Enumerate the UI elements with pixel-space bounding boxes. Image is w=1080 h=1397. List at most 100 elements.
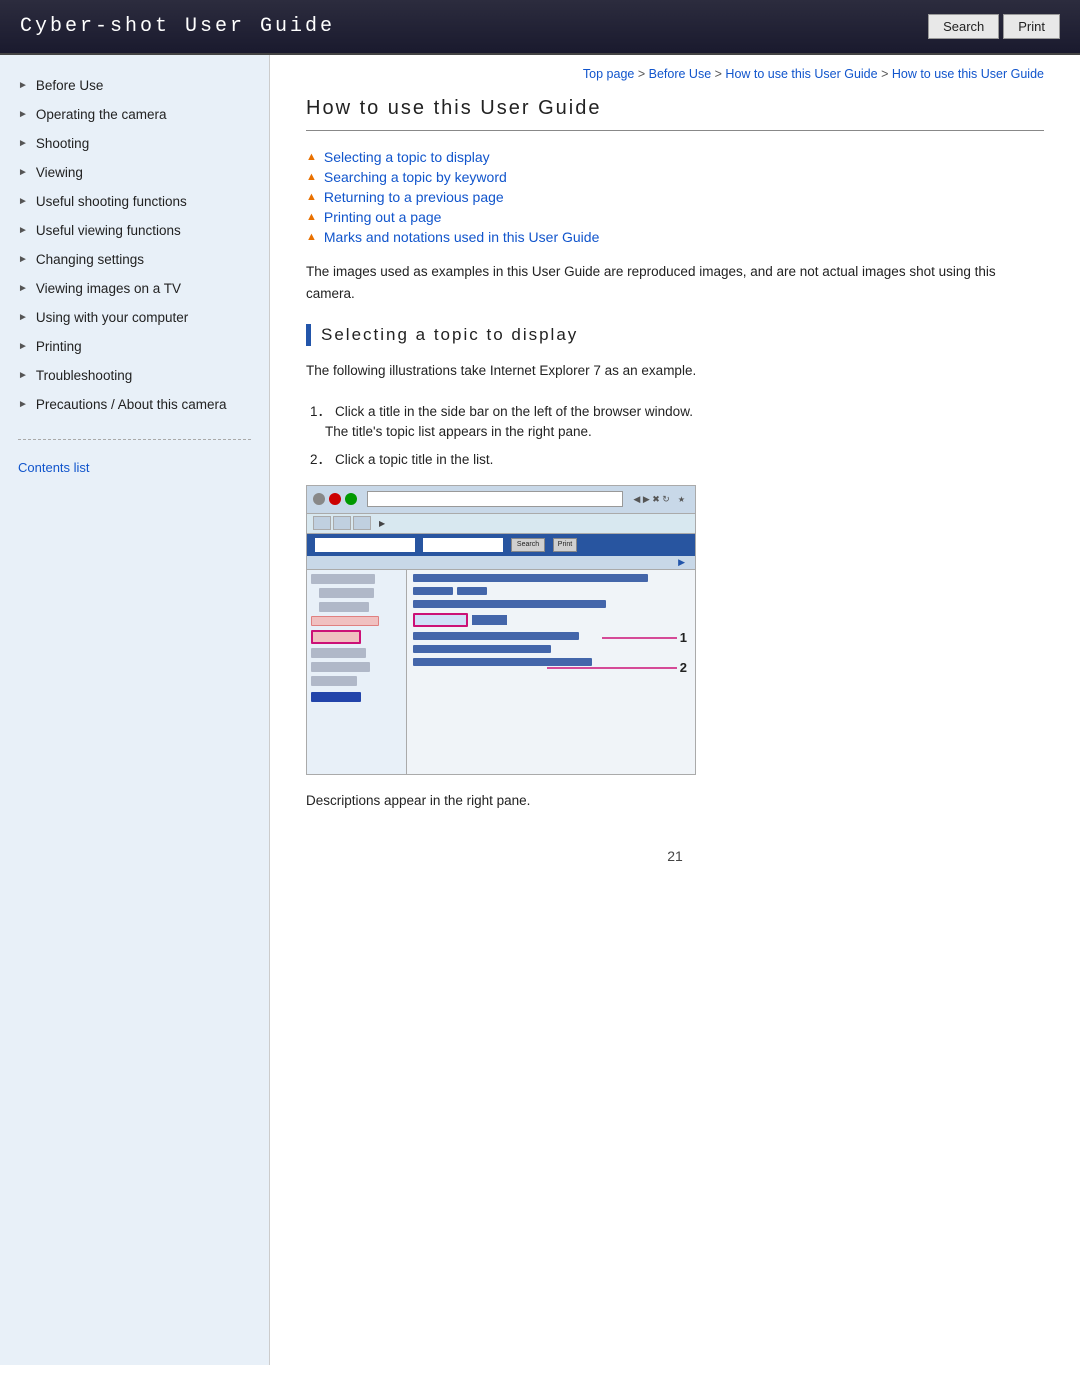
fb-main-highlight-area [413, 613, 689, 627]
sidebar-item-useful-viewing[interactable]: ► Useful viewing functions [0, 216, 269, 245]
chevron-right-icon: ► [18, 109, 28, 120]
chevron-right-icon: ► [18, 138, 28, 149]
sidebar-item-computer[interactable]: ► Using with your computer [0, 303, 269, 332]
fb-body [307, 570, 695, 775]
sidebar-item-label: Troubleshooting [36, 368, 132, 383]
sidebar-item-useful-shooting[interactable]: ► Useful shooting functions [0, 187, 269, 216]
triangle-icon: ▲ [306, 231, 317, 243]
fb-toolbar-3: Search Print [307, 534, 695, 556]
link-item: ▲ Selecting a topic to display [306, 149, 1044, 165]
fb-main-sub-row [413, 587, 453, 595]
sidebar-item-before-use[interactable]: ► Before Use [0, 71, 269, 100]
fb-nav-arrow: ▶ [678, 557, 685, 568]
sidebar-item-operating[interactable]: ► Operating the camera [0, 100, 269, 129]
breadcrumb-before-use[interactable]: Before Use [649, 67, 712, 81]
chevron-right-icon: ► [18, 312, 28, 323]
chevron-right-icon: ► [18, 341, 28, 352]
link-item: ▲ Searching a topic by keyword [306, 169, 1044, 185]
sidebar-item-label: Useful shooting functions [36, 194, 187, 209]
fb-sidebar-row [311, 692, 361, 702]
step-num-1: 1． [310, 404, 331, 419]
fb-main-highlighted-row [413, 613, 689, 627]
breadcrumb-top[interactable]: Top page [583, 67, 634, 81]
chevron-right-icon: ► [18, 254, 28, 265]
chevron-right-icon: ► [18, 80, 28, 91]
link-selecting[interactable]: Selecting a topic to display [324, 149, 490, 165]
fb-address-bar [367, 491, 623, 507]
header: Cyber-shot User Guide Search Print [0, 0, 1080, 55]
fb-circle [313, 493, 325, 505]
fb-circle [345, 493, 357, 505]
step-num-2: 2． [310, 452, 331, 467]
fb-sidebar-row [311, 648, 366, 658]
bottom-text: Descriptions appear in the right pane. [306, 793, 1044, 808]
sidebar-item-label: Before Use [36, 78, 104, 93]
chevron-right-icon: ► [18, 370, 28, 381]
fb-sidebar-row [311, 676, 357, 686]
link-returning[interactable]: Returning to a previous page [324, 189, 504, 205]
fb-circle [329, 493, 341, 505]
fb-sidebar-row [311, 574, 375, 584]
breadcrumb-how-to-current[interactable]: How to use this User Guide [892, 67, 1044, 81]
fb-sidebar-bottom [311, 692, 402, 702]
sidebar-item-precautions[interactable]: ► Precautions / About this camera [0, 390, 269, 419]
sidebar-item-troubleshooting[interactable]: ► Troubleshooting [0, 361, 269, 390]
contents-list-link[interactable]: Contents list [0, 448, 269, 479]
search-button[interactable]: Search [928, 14, 999, 39]
main-layout: ► Before Use ► Operating the camera ► Sh… [0, 55, 1080, 1365]
sidebar-item-changing-settings[interactable]: ► Changing settings [0, 245, 269, 274]
sidebar-item-label: Viewing images on a TV [36, 281, 181, 296]
breadcrumb: Top page > Before Use > How to use this … [306, 67, 1044, 81]
chevron-right-icon: ► [18, 225, 28, 236]
fb-sidebar-panel [307, 570, 407, 775]
fb-main-row [413, 632, 579, 640]
sidebar-item-label: Changing settings [36, 252, 144, 267]
sidebar-item-label: Printing [36, 339, 82, 354]
chevron-right-icon: ► [18, 167, 28, 178]
section-intro: The following illustrations take Interne… [306, 360, 1044, 382]
screenshot-container: ◀ ▶ ✖ ↻ ★ ▶ Se [306, 485, 696, 775]
sidebar-item-viewing[interactable]: ► Viewing [0, 158, 269, 187]
steps-list: 1．Click a title in the side bar on the l… [306, 402, 1044, 471]
section-bar-icon [306, 324, 311, 346]
fb-main-row [413, 574, 648, 582]
content-area: Top page > Before Use > How to use this … [270, 55, 1080, 1365]
fb-toolbar-2: ▶ [307, 514, 695, 534]
sidebar-item-label: Operating the camera [36, 107, 167, 122]
link-marks[interactable]: Marks and notations used in this User Gu… [324, 229, 599, 245]
fb-toolbar2-text: ▶ [379, 519, 403, 528]
sidebar-item-printing[interactable]: ► Printing [0, 332, 269, 361]
fb-sidebar-row [311, 662, 370, 672]
fb-star: ★ [674, 495, 689, 504]
intro-text: The images used as examples in this User… [306, 261, 1044, 304]
sidebar-item-viewing-tv[interactable]: ► Viewing images on a TV [0, 274, 269, 303]
triangle-icon: ▲ [306, 171, 317, 183]
link-item: ▲ Returning to a previous page [306, 189, 1044, 205]
fb-title-input-1 [315, 538, 415, 552]
sidebar-item-label: Shooting [36, 136, 89, 151]
fb-main-row [413, 645, 551, 653]
link-printing[interactable]: Printing out a page [324, 209, 442, 225]
breadcrumb-sep1: > [638, 67, 649, 81]
chevron-right-icon: ► [18, 283, 28, 294]
fb-main-row [413, 658, 592, 666]
sidebar-item-label: Useful viewing functions [36, 223, 181, 238]
fake-browser: ◀ ▶ ✖ ↻ ★ ▶ Se [307, 486, 695, 774]
fb-main-row-group [413, 587, 689, 595]
fb-nav-hint: ▶ [307, 556, 695, 570]
link-searching[interactable]: Searching a topic by keyword [324, 169, 507, 185]
print-button[interactable]: Print [1003, 14, 1060, 39]
breadcrumb-how-to[interactable]: How to use this User Guide [725, 67, 877, 81]
breadcrumb-sep2: > [715, 67, 726, 81]
page-number: 21 [306, 848, 1044, 884]
fb-title-input-2 [423, 538, 503, 552]
triangle-icon: ▲ [306, 151, 317, 163]
fb-search-btn: Search [511, 538, 545, 552]
sidebar-item-shooting[interactable]: ► Shooting [0, 129, 269, 158]
step-2: 2．Click a topic title in the list. [306, 450, 1044, 470]
annotation-num-2: 2 [680, 660, 687, 675]
sidebar-item-label: Using with your computer [36, 310, 188, 325]
triangle-icon: ▲ [306, 211, 317, 223]
fb-print-btn: Print [553, 538, 577, 552]
fb-main-row [413, 600, 606, 608]
